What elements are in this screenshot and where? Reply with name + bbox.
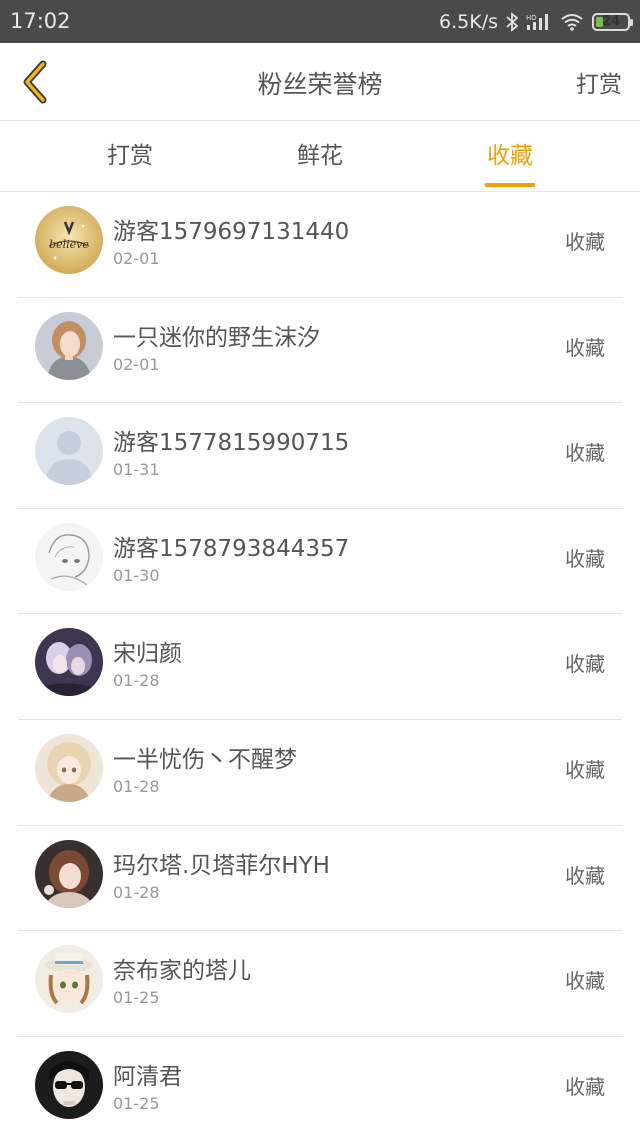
- date: 01-28: [113, 882, 160, 902]
- svg-text:HD: HD: [526, 14, 537, 22]
- date: 01-25: [113, 988, 160, 1008]
- list-item[interactable]: 一只迷你的野生沫汐 02-01 收藏: [18, 298, 622, 404]
- status-bar: 17:02 6.5K/s HD 24: [0, 0, 640, 43]
- list-item[interactable]: believe 游客1579697131440 02-01 收藏: [18, 192, 622, 298]
- list-item[interactable]: 玛尔塔.贝塔菲尔HYH 01-28 收藏: [18, 826, 622, 932]
- action-label: 收藏: [565, 757, 605, 782]
- chibi-hat-avatar: [35, 945, 103, 1014]
- bluetooth-icon: [506, 11, 518, 32]
- tab-active-indicator: [485, 183, 535, 187]
- page-title: 粉丝荣誉榜: [257, 70, 383, 99]
- anime-couple-avatar: [35, 628, 103, 697]
- list-item[interactable]: 一半忧伤丶不醒梦 01-28 收藏: [18, 720, 622, 826]
- status-time: 17:02: [10, 9, 71, 33]
- date: 01-28: [113, 671, 160, 691]
- action-label: 收藏: [565, 863, 605, 888]
- default-user-avatar: [35, 417, 103, 486]
- network-speed: 6.5K/s: [439, 10, 498, 33]
- action-label: 收藏: [565, 1074, 605, 1099]
- believe-avatar: believe: [35, 206, 103, 274]
- status-icons: 6.5K/s HD 24: [439, 0, 633, 43]
- sketch-girl-avatar: [35, 522, 103, 591]
- user-name: 奈布家的塔儿: [113, 958, 251, 985]
- action-label: 收藏: [565, 335, 605, 360]
- date: 01-25: [113, 1093, 160, 1113]
- action-label: 收藏: [565, 230, 605, 254]
- date: 01-28: [113, 776, 160, 796]
- list-item[interactable]: 游客1578793844357 01-30 收藏: [18, 509, 622, 615]
- date: 01-31: [113, 460, 160, 480]
- tab-flowers[interactable]: 鲜花: [230, 121, 410, 191]
- action-label: 收藏: [565, 652, 605, 677]
- list-item[interactable]: 阿清君 01-25 收藏: [18, 1037, 622, 1138]
- anime-brown-hair-avatar: [35, 839, 103, 908]
- svg-text:believe: believe: [49, 238, 89, 251]
- list-item[interactable]: 奈布家的塔儿 01-25 收藏: [18, 931, 622, 1037]
- signal-icon: HD: [526, 12, 552, 32]
- sunglasses-avatar: [35, 1050, 103, 1119]
- wifi-icon: [560, 12, 584, 32]
- tab-favorites[interactable]: 收藏: [420, 121, 600, 191]
- back-button[interactable]: [14, 59, 54, 105]
- user-name: 游客1579697131440: [113, 219, 350, 245]
- action-label: 收藏: [565, 441, 605, 466]
- date: 02-01: [113, 249, 160, 268]
- nav-bar: 粉丝荣誉榜 打赏: [0, 43, 640, 121]
- list-item[interactable]: 宋归颜 01-28 收藏: [18, 614, 622, 720]
- tab-reward[interactable]: 打赏: [40, 121, 220, 191]
- girl-portrait-avatar: [35, 311, 103, 380]
- user-name: 一只迷你的野生沫汐: [113, 324, 320, 351]
- user-name: 玛尔塔.贝塔菲尔HYH: [113, 852, 330, 879]
- action-label: 收藏: [565, 969, 605, 994]
- action-label: 收藏: [565, 546, 605, 571]
- chevron-left-icon: [23, 60, 47, 104]
- tab-bar: 打赏 鲜花 收藏: [0, 121, 640, 192]
- user-name: 阿清君: [113, 1063, 182, 1090]
- tab-favorites-label: 收藏: [487, 143, 533, 169]
- battery-level: 24: [601, 14, 621, 29]
- fan-list: believe 游客1579697131440 02-01 收藏 一只迷你的野生…: [0, 192, 640, 1138]
- date: 01-30: [113, 565, 160, 585]
- anime-blonde-avatar: [35, 733, 103, 802]
- user-name: 游客1577815990715: [113, 430, 350, 457]
- user-name: 游客1578793844357: [113, 535, 350, 562]
- list-item[interactable]: 游客1577815990715 01-31 收藏: [18, 403, 622, 509]
- date: 02-01: [113, 354, 160, 374]
- user-name: 宋归颜: [113, 641, 182, 668]
- reward-button[interactable]: 打赏: [576, 65, 622, 99]
- battery-icon: 24: [592, 12, 633, 31]
- user-name: 一半忧伤丶不醒梦: [113, 746, 297, 773]
